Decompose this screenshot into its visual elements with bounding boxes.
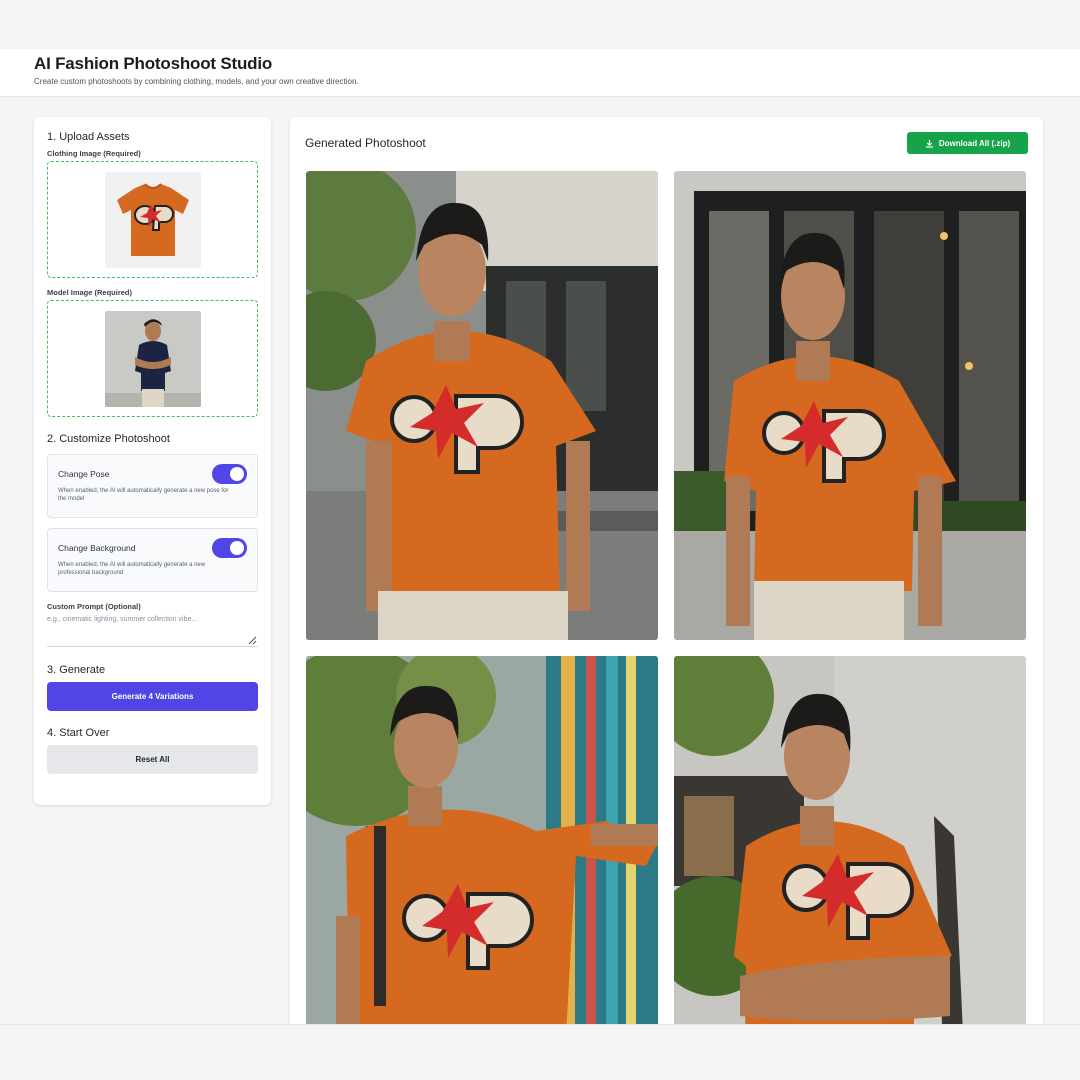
clothing-upload-zone[interactable] [47, 161, 258, 278]
page-title: AI Fashion Photoshoot Studio [34, 54, 273, 73]
model-thumbnail [104, 310, 201, 407]
change-pose-card: Change Pose When enabled, the AI will au… [47, 454, 258, 518]
start-over-section-title: 4. Start Over [47, 727, 110, 739]
download-all-label: Download All (.zip) [938, 138, 1011, 148]
generated-photo-1[interactable] [306, 171, 658, 640]
customize-section-title: 2. Customize Photoshoot [47, 433, 170, 445]
generated-photo-2[interactable] [674, 171, 1026, 640]
change-background-toggle[interactable] [212, 538, 247, 558]
results-title: Generated Photoshoot [305, 136, 426, 150]
change-pose-toggle[interactable] [212, 464, 247, 484]
generated-photo-3[interactable] [306, 656, 658, 1080]
clothing-thumbnail [104, 171, 201, 268]
custom-prompt-input[interactable]: e.g., cinematic lighting, summer collect… [47, 614, 258, 647]
reset-button[interactable]: Reset All [47, 745, 258, 774]
download-icon [925, 139, 933, 148]
controls-panel: 1. Upload Assets Clothing Image (Require… [34, 117, 271, 805]
footer-bar [0, 1024, 1080, 1080]
generate-button[interactable]: Generate 4 Variations [47, 682, 258, 711]
app-header: AI Fashion Photoshoot Studio Create cust… [0, 49, 1080, 97]
change-background-description: When enabled, the AI will automatically … [58, 562, 206, 577]
generated-photo-4[interactable] [674, 656, 1026, 1080]
custom-prompt-placeholder: e.g., cinematic lighting, summer collect… [47, 616, 198, 623]
clothing-image-label: Clothing Image (Required) [47, 149, 141, 158]
change-background-card: Change Background When enabled, the AI w… [47, 528, 258, 592]
download-all-button[interactable]: Download All (.zip) [907, 132, 1028, 154]
results-panel: Generated Photoshoot Download All (.zip) [290, 117, 1043, 1080]
upload-section-title: 1. Upload Assets [47, 131, 130, 143]
change-pose-description: When enabled, the AI will automatically … [58, 488, 229, 503]
page-subtitle: Create custom photoshoots by combining c… [34, 77, 359, 86]
model-image-label: Model Image (Required) [47, 288, 133, 297]
model-upload-zone[interactable] [47, 300, 258, 417]
generate-section-title: 3. Generate [47, 664, 106, 676]
resize-handle-icon[interactable] [247, 635, 257, 645]
custom-prompt-label: Custom Prompt (Optional) [47, 602, 141, 611]
